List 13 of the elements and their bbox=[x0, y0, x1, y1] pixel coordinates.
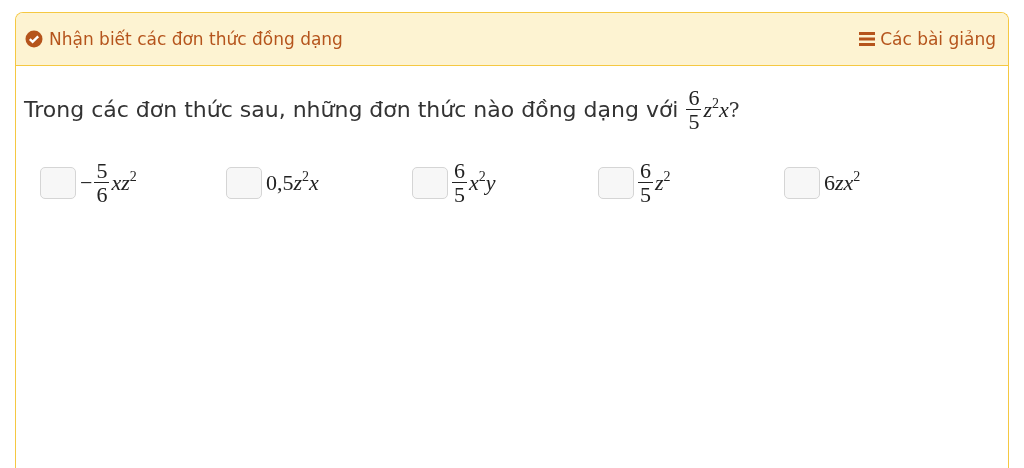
monomial: 0,5z$^{2}$x bbox=[266, 169, 319, 196]
checkbox[interactable] bbox=[40, 166, 76, 199]
checkbox[interactable] bbox=[598, 166, 634, 199]
lesson-title: Nhận biết các đơn thức đồng dạng bbox=[49, 29, 343, 49]
check-circle-icon bbox=[25, 30, 43, 48]
question-text: Trong các đơn thức sau, những đơn thức nào đồng dạng với bbox=[24, 97, 679, 123]
monomial: 6zx$^{2}$ bbox=[824, 169, 861, 196]
checkbox[interactable] bbox=[226, 166, 262, 199]
question-mark: ? bbox=[728, 97, 740, 122]
menu-icon bbox=[859, 32, 876, 46]
checkbox[interactable] bbox=[412, 166, 448, 199]
lessons-link[interactable]: Các bài giảng bbox=[859, 29, 996, 49]
checkbox[interactable] bbox=[784, 166, 820, 199]
